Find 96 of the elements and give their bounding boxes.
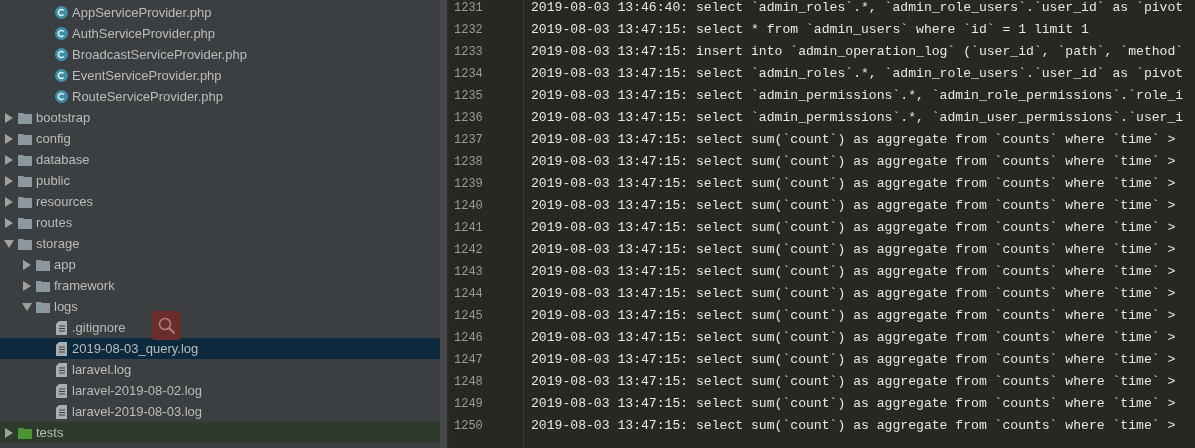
- line-number: 1250: [453, 418, 484, 435]
- code-line: 2019-08-03 13:47:15: select sum(`count`) as aggregate from `counts` where `time` >: [531, 351, 1177, 369]
- folder-icon: [18, 132, 32, 145]
- line-number: 1233: [453, 44, 484, 61]
- code-line: 2019-08-03 13:47:15: select `admin_permissions`.*, `admin_role_permissions`.`role_i: [531, 87, 1185, 105]
- code-line: 2019-08-03 13:47:15: select sum(`count`) as aggregate from `counts` where `time` >: [531, 285, 1177, 303]
- line-number: 1243: [453, 264, 484, 281]
- line-number: 1246: [453, 330, 484, 347]
- collapse-arrow-icon[interactable]: [22, 259, 32, 270]
- collapse-arrow-icon[interactable]: [4, 112, 14, 123]
- line-number: 1247: [453, 352, 484, 369]
- code-line: 2019-08-03 13:47:15: select sum(`count`) as aggregate from `counts` where `time` >: [531, 131, 1177, 149]
- class-icon: [54, 6, 68, 19]
- collapse-arrow-icon[interactable]: [4, 427, 14, 438]
- tree-item[interactable]: 2019-08-03_query.log: [0, 338, 440, 359]
- tree-item[interactable]: laravel-2019-08-02.log: [0, 380, 440, 401]
- class-icon: [54, 48, 68, 61]
- tree-item[interactable]: laravel-2019-08-03.log: [0, 401, 440, 422]
- class-icon: [54, 69, 68, 82]
- folder-icon: [18, 111, 32, 124]
- scrollbar[interactable]: [440, 0, 447, 448]
- code-line: 2019-08-03 13:47:15: select sum(`count`) as aggregate from `counts` where `time` >: [531, 307, 1177, 325]
- code-line: 2019-08-03 13:47:15: select sum(`count`) as aggregate from `counts` where `time` >: [531, 329, 1177, 347]
- tree-item[interactable]: tests: [0, 422, 440, 443]
- text-file-icon: [55, 320, 67, 335]
- tree-item[interactable]: public: [0, 170, 440, 191]
- line-number: 1232: [453, 22, 484, 39]
- code-line: 2019-08-03 13:47:15: select `admin_permissions`.*, `admin_user_permissions`.`user_i: [531, 109, 1185, 127]
- collapse-arrow-icon[interactable]: [4, 175, 14, 186]
- line-number: 1239: [453, 176, 484, 193]
- search-icon: [157, 316, 176, 335]
- line-number: 1244: [453, 286, 484, 303]
- folder-icon: [18, 237, 32, 250]
- class-icon: [54, 27, 68, 40]
- expand-arrow-icon[interactable]: [4, 238, 14, 249]
- tree-item[interactable]: framework: [0, 275, 440, 296]
- tree-item[interactable]: laravel.log: [0, 359, 440, 380]
- code-line: 2019-08-03 13:47:15: select sum(`count`) as aggregate from `counts` where `time` >: [531, 373, 1177, 391]
- code-line: 2019-08-03 13:47:15: select * from `admin_users` where `id` = 1 limit 1: [531, 21, 1090, 39]
- tree-item[interactable]: bootstrap: [0, 107, 440, 128]
- text-file-icon: [55, 341, 67, 356]
- line-number: 1245: [453, 308, 484, 325]
- code-line: 2019-08-03 13:47:15: select sum(`count`) as aggregate from `counts` where `time` >: [531, 197, 1177, 215]
- text-file-icon: [55, 383, 67, 398]
- class-icon: [54, 90, 68, 103]
- collapse-arrow-icon[interactable]: [4, 196, 14, 207]
- folder-icon: [18, 426, 32, 439]
- tree-item[interactable]: routes: [0, 212, 440, 233]
- tree-item[interactable]: logs: [0, 296, 440, 317]
- code-line: 2019-08-03 13:47:15: insert into `admin_operation_log` (`user_id`, `path`, `method`: [531, 43, 1185, 61]
- folder-icon: [36, 258, 50, 271]
- tree-item[interactable]: storage: [0, 233, 440, 254]
- line-number: 1241: [453, 220, 484, 237]
- tree-item[interactable]: app: [0, 254, 440, 275]
- line-number: 1248: [453, 374, 484, 391]
- line-number: 1237: [453, 132, 484, 149]
- tree-item[interactable]: BroadcastServiceProvider.php: [0, 44, 440, 65]
- code-line: 2019-08-03 13:47:15: select `admin_roles`.*, `admin_role_users`.`user_id` as `pivot: [531, 65, 1185, 83]
- line-number: 1234: [453, 66, 484, 83]
- tree-item[interactable]: EventServiceProvider.php: [0, 65, 440, 86]
- code-line: 2019-08-03 13:47:15: select sum(`count`) as aggregate from `counts` where `time` >: [531, 153, 1177, 171]
- tree-item[interactable]: AuthServiceProvider.php: [0, 23, 440, 44]
- code-line: 2019-08-03 13:47:15: select sum(`count`) as aggregate from `counts` where `time` >: [531, 175, 1177, 193]
- code-line: 2019-08-03 13:47:15: select sum(`count`) as aggregate from `counts` where `time` >: [531, 241, 1177, 259]
- tree-item[interactable]: resources: [0, 191, 440, 212]
- folder-icon: [18, 195, 32, 208]
- line-number: 1242: [453, 242, 484, 259]
- line-number: 1235: [453, 88, 484, 105]
- line-number: 1238: [453, 154, 484, 171]
- code-line: 2019-08-03 13:47:15: select sum(`count`) as aggregate from `counts` where `time` >: [531, 219, 1177, 237]
- collapse-arrow-icon[interactable]: [4, 133, 14, 144]
- line-number: 1249: [453, 396, 484, 413]
- line-number: 1240: [453, 198, 484, 215]
- collapse-arrow-icon[interactable]: [22, 280, 32, 291]
- text-file-icon: [55, 404, 67, 419]
- search-button[interactable]: [152, 311, 181, 340]
- folder-icon: [18, 174, 32, 187]
- code-line: 2019-08-03 13:47:15: select sum(`count`) as aggregate from `counts` where `time` >: [531, 417, 1177, 435]
- line-number: 1231: [453, 0, 484, 17]
- line-number: 1236: [453, 110, 484, 127]
- tree-item[interactable]: AppServiceProvider.php: [0, 2, 440, 23]
- folder-icon: [18, 153, 32, 166]
- tree-item[interactable]: .gitignore: [0, 317, 440, 338]
- tree-item[interactable]: config: [0, 128, 440, 149]
- folder-icon: [36, 300, 50, 313]
- collapse-arrow-icon[interactable]: [4, 154, 14, 165]
- collapse-arrow-icon[interactable]: [4, 217, 14, 228]
- tree-item[interactable]: RouteServiceProvider.php: [0, 86, 440, 107]
- text-file-icon: [55, 362, 67, 377]
- code-line: 2019-08-03 13:46:40: select `admin_roles`.*, `admin_role_users`.`user_id` as `pivot: [531, 0, 1185, 17]
- folder-icon: [36, 279, 50, 292]
- tree-item[interactable]: database: [0, 149, 440, 170]
- code-line: 2019-08-03 13:47:15: select sum(`count`) as aggregate from `counts` where `time` >: [531, 395, 1177, 413]
- expand-arrow-icon[interactable]: [22, 301, 32, 312]
- folder-icon: [18, 216, 32, 229]
- code-line: 2019-08-03 13:47:15: select sum(`count`) as aggregate from `counts` where `time` >: [531, 263, 1177, 281]
